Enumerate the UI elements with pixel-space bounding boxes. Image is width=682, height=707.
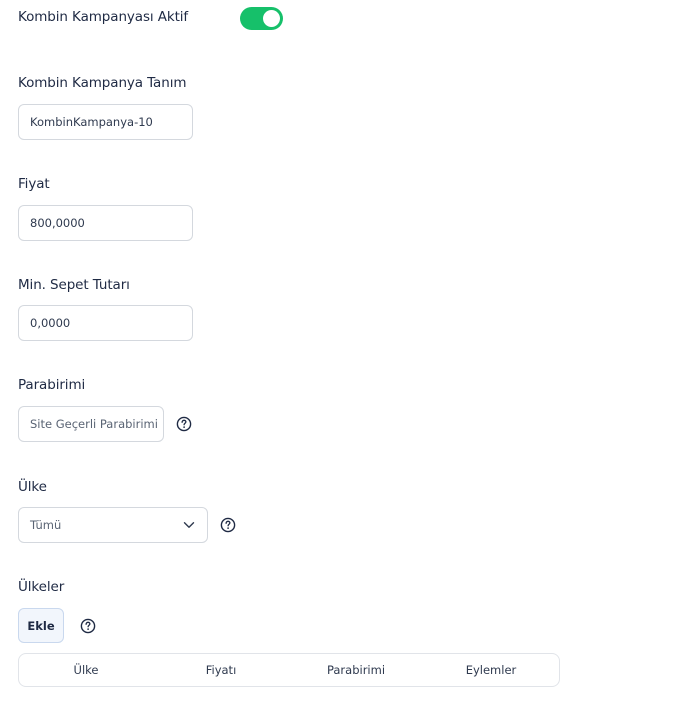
campaign-active-toggle[interactable] [240, 7, 283, 30]
campaign-form: Kombin Kampanyası Aktif Kombin Kampanya … [0, 0, 682, 707]
countries-label: Ülkeler [18, 579, 65, 595]
country-selected-value: Tümü [30, 518, 62, 532]
min-basket-label: Min. Sepet Tutarı [18, 277, 130, 293]
definition-label-text: Kombin Kampanya Tanım [18, 75, 187, 91]
definition-input[interactable] [18, 104, 193, 140]
column-header-currency: Parabirimi [326, 663, 386, 677]
currency-label: Parabirimi [18, 377, 86, 393]
chevron-down-icon [183, 522, 195, 528]
currency-select[interactable]: Site Geçerli Parabirimi [18, 406, 164, 442]
country-select[interactable]: Tümü [18, 507, 208, 543]
countries-table-header: Ülke Fiyatı Parabirimi Eylemler [18, 653, 560, 687]
column-header-actions: Eylemler [465, 663, 517, 677]
min-basket-input[interactable] [18, 305, 193, 341]
price-label: Fiyat [18, 176, 50, 192]
column-header-country: Ülke [73, 663, 99, 677]
question-circle-icon[interactable] [80, 618, 96, 634]
price-input[interactable] [18, 205, 193, 241]
question-circle-icon[interactable] [176, 416, 192, 432]
currency-selected-value: Site Geçerli Parabirimi [30, 417, 158, 431]
column-header-price: Fiyatı [205, 663, 237, 677]
toggle-knob [263, 10, 280, 27]
question-circle-icon[interactable] [220, 517, 236, 533]
country-label: Ülke [18, 479, 47, 495]
add-country-button[interactable]: Ekle [18, 608, 64, 643]
campaign-active-label: Kombin Kampanyası Aktif [18, 9, 189, 25]
